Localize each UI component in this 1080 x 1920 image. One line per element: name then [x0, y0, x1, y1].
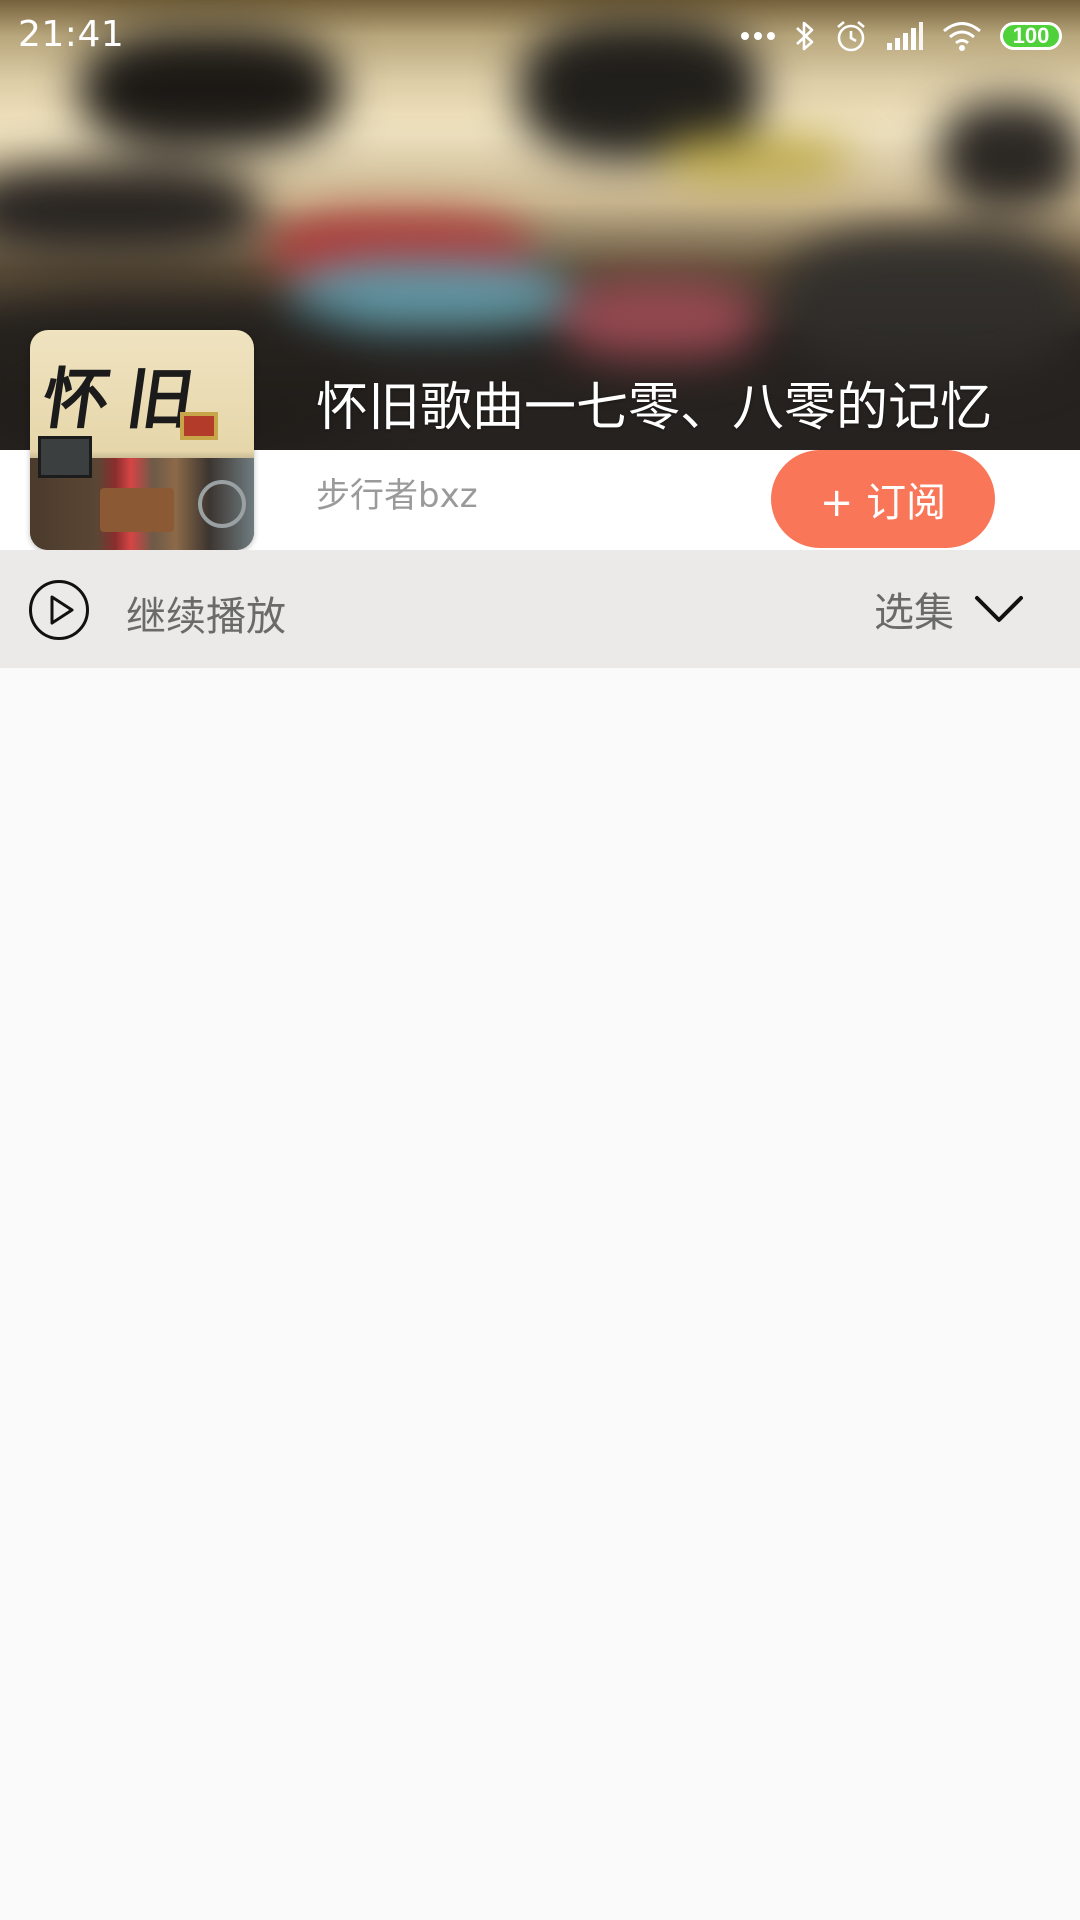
alarm-icon [837, 21, 865, 52]
album-title: 怀旧歌曲一七零、八零的记忆 [316, 378, 993, 438]
select-episodes-label: 选集 [874, 590, 954, 636]
battery-icon: 100 [1000, 22, 1062, 50]
status-time: 21:41 [18, 14, 125, 55]
select-episodes-button[interactable]: 选集 [874, 580, 1024, 638]
cover-frame-graphic [180, 412, 218, 440]
play-bar: 继续播放 选集 [0, 550, 1080, 668]
bluetooth-icon [796, 21, 814, 51]
cover-tv-graphic [38, 436, 92, 478]
album-author[interactable]: 步行者bxz [316, 468, 478, 517]
continue-play-button[interactable]: 继续播放 [126, 584, 286, 642]
play-circle-icon[interactable] [28, 579, 90, 641]
chevron-down-icon [975, 596, 1023, 622]
album-detail-page: 21:41 100 怀旧 怀旧歌曲一七零、八零的记忆 步行者bxz + 订阅 继… [0, 0, 1080, 1920]
cover-wheel-graphic [198, 480, 246, 528]
episode-list-area [0, 668, 1080, 1920]
status-icons: 100 [740, 16, 1062, 56]
cover-radio-graphic [100, 488, 174, 532]
wifi-icon [943, 22, 981, 51]
status-bar: 21:41 100 [0, 0, 1080, 72]
more-dots-icon [741, 32, 775, 40]
signal-icon [887, 22, 923, 50]
battery-level: 100 [1012, 23, 1050, 48]
subscribe-button[interactable]: + 订阅 [771, 450, 995, 548]
album-cover: 怀旧 [30, 330, 254, 550]
